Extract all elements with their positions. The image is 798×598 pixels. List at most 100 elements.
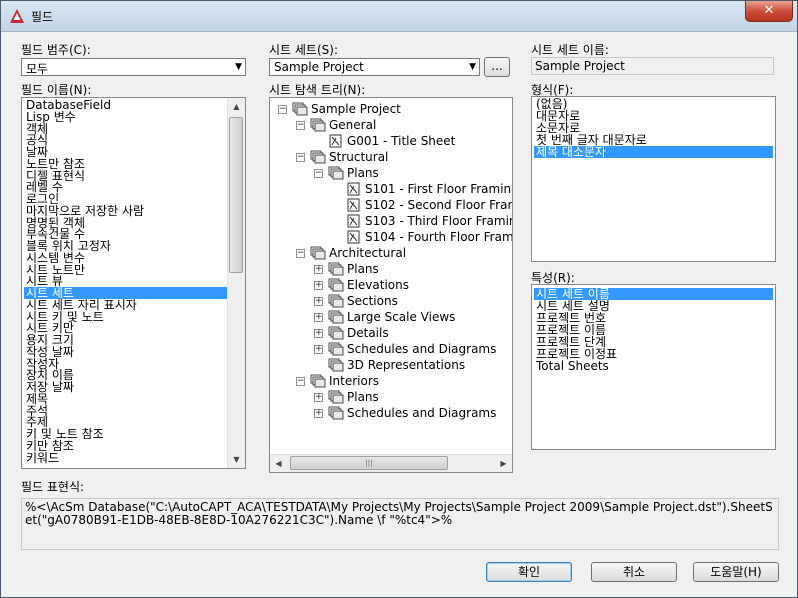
expand-icon[interactable]: + [314, 393, 323, 402]
collapse-icon[interactable]: − [314, 169, 323, 178]
tree-node[interactable]: − Architectural [270, 245, 510, 261]
help-button[interactable]: 도움말(H) [693, 562, 779, 582]
format-list[interactable]: (없음) 대문자로 소문자로 첫 번째 글자 대문자로 제목 대소문자 [531, 96, 776, 262]
subset-icon [310, 374, 326, 388]
sheet-set-dropdown[interactable]: Sample Project ▼ [269, 58, 480, 76]
tree-node-label: Schedules and Diagrams [347, 342, 497, 356]
collapse-icon[interactable]: − [278, 105, 287, 114]
format-item[interactable]: 제목 대소문자 [534, 146, 773, 158]
field-name-item[interactable]: 시스템 변수 [24, 252, 227, 264]
horizontal-scrollbar[interactable]: ◀ ||| ▶ [270, 454, 512, 472]
scroll-left-icon[interactable]: ◀ [270, 455, 287, 472]
subset-icon [310, 118, 326, 132]
expand-icon[interactable]: + [314, 281, 323, 290]
tree-node[interactable]: S102 - Second Floor Framing [270, 197, 512, 213]
sheet-icon [347, 198, 360, 212]
field-category-label: 필드 범주(C): [21, 43, 91, 57]
subset-icon [310, 246, 326, 260]
sheet-icon [347, 214, 360, 228]
tree-node[interactable]: + Schedules and Diagrams [270, 341, 510, 357]
chevron-down-icon[interactable]: ▼ [235, 61, 242, 73]
scroll-thumb[interactable]: ||| [290, 456, 448, 470]
ok-button[interactable]: 확인 [486, 562, 572, 582]
tree-node-label: S104 - Fourth Floor Framing [365, 230, 513, 244]
field-name-item[interactable]: Lisp 변수 [24, 111, 227, 123]
field-names-list[interactable]: ▲ ▼ DatabaseField Lisp 변수 객체 공식 날짜 노트만 참조 디젤 표… [21, 97, 246, 469]
field-name-item[interactable]: 마지막으로 저장한 사람 [24, 205, 227, 217]
subset-icon [328, 278, 344, 292]
field-dialog: 필드 ✕ 필드 범주(C): 모두 ▼ 필드 이름(N): ▲ ▼ Databa… [0, 0, 798, 598]
tree-node[interactable]: S103 - Third Floor Framing [270, 213, 512, 229]
expand-icon[interactable]: + [314, 297, 323, 306]
collapse-icon[interactable]: − [296, 121, 305, 130]
tree-node-label: S101 - First Floor Framing [365, 182, 513, 196]
tree-node[interactable]: − Sample Project [270, 101, 510, 117]
chevron-down-icon[interactable]: ▼ [469, 61, 476, 73]
field-name-item[interactable]: 제목 [24, 393, 227, 405]
tree-node[interactable]: − Structural [270, 149, 510, 165]
sheet-icon [329, 134, 342, 148]
tree-node-label: Sections [347, 294, 398, 308]
tree-node[interactable]: − Interiors [270, 373, 510, 389]
tree-node[interactable]: 3D Representations [270, 357, 510, 373]
cancel-button[interactable]: 취소 [591, 562, 677, 582]
expand-icon[interactable]: + [314, 409, 323, 418]
subset-icon [328, 166, 344, 180]
tree-node-label: Plans [347, 166, 379, 180]
tree-node[interactable]: − Plans [270, 165, 510, 181]
sheet-tree-label: 시트 탐색 트리(N): [269, 83, 366, 97]
vertical-scrollbar[interactable]: ▲ ▼ [227, 98, 245, 468]
subset-icon [310, 150, 326, 164]
tree-node[interactable]: + Elevations [270, 277, 510, 293]
field-name-item[interactable]: 공식 [24, 134, 227, 146]
collapse-icon[interactable]: − [296, 153, 305, 162]
tree-node-label: Architectural [329, 246, 407, 260]
autocad-app-icon [10, 9, 24, 23]
browse-button[interactable]: ... [484, 57, 510, 77]
field-name-item[interactable]: 키워드 [24, 452, 227, 464]
tree-node-label: G001 - Title Sheet [347, 134, 456, 148]
property-item[interactable]: Total Sheets [534, 360, 773, 372]
expand-icon[interactable]: + [314, 345, 323, 354]
property-list[interactable]: 시트 세트 이름 시트 세트 설명 프로젝트 번호 프로젝트 이름 프로젝트 단계 프로젝… [531, 284, 776, 450]
tree-node-label: Schedules and Diagrams [347, 406, 497, 420]
scroll-right-icon[interactable]: ▶ [495, 455, 512, 472]
window-title: 필드 [31, 10, 54, 24]
expand-icon[interactable]: + [314, 329, 323, 338]
tree-node[interactable]: G001 - Title Sheet [270, 133, 510, 149]
tree-node[interactable]: S101 - First Floor Framing [270, 181, 513, 197]
tree-node[interactable]: + Details [270, 325, 510, 341]
field-name-item[interactable]: 주석 [24, 405, 227, 417]
field-expression-box[interactable]: %<\AcSm Database("C:\AutoCAPT_ACA\TESTDA… [21, 498, 779, 550]
field-names-label: 필드 이름(N): [21, 83, 92, 97]
close-button[interactable]: ✕ [745, 1, 793, 22]
tree-node[interactable]: S104 - Fourth Floor Framing [270, 229, 513, 245]
tree-node[interactable]: + Plans [270, 389, 510, 405]
field-name-item[interactable]: 작성 날짜 [24, 346, 227, 358]
field-name-item[interactable]: 노트만 참조 [24, 158, 227, 170]
scroll-up-icon[interactable]: ▲ [228, 98, 245, 115]
expand-icon[interactable]: + [314, 265, 323, 274]
tree-node[interactable]: − General [270, 117, 510, 133]
collapse-icon[interactable]: − [296, 377, 305, 386]
sheet-navigation-tree[interactable]: + Schedules and Diagrams + Plans − Interiors 3… [269, 97, 513, 473]
sheet-set-name-label: 시트 세트 이름: [531, 43, 609, 57]
field-name-item[interactable]: 객체 [24, 123, 227, 135]
tree-node[interactable]: + Schedules and Diagrams [270, 405, 510, 421]
title-bar[interactable]: 필드 ✕ [1, 1, 797, 32]
tree-node[interactable]: + Plans [270, 261, 510, 277]
expand-icon[interactable]: + [314, 313, 323, 322]
tree-node-label: Sample Project [311, 102, 401, 116]
scroll-thumb[interactable] [229, 117, 243, 273]
field-category-dropdown[interactable]: 모두 ▼ [21, 58, 246, 76]
field-name-item[interactable]: 저장 날짜 [24, 381, 227, 393]
tree-node[interactable]: + Sections [270, 293, 510, 309]
collapse-icon[interactable]: − [296, 249, 305, 258]
field-name-item[interactable]: 시트 세트 자리 표시자 [24, 299, 227, 311]
subset-icon [328, 262, 344, 276]
tree-node[interactable]: + Large Scale Views [270, 309, 510, 325]
tree-node-label: 3D Representations [347, 358, 466, 372]
scroll-down-icon[interactable]: ▼ [228, 451, 245, 468]
subset-icon [328, 342, 344, 356]
field-name-item[interactable]: 키만 참조 [24, 440, 227, 452]
